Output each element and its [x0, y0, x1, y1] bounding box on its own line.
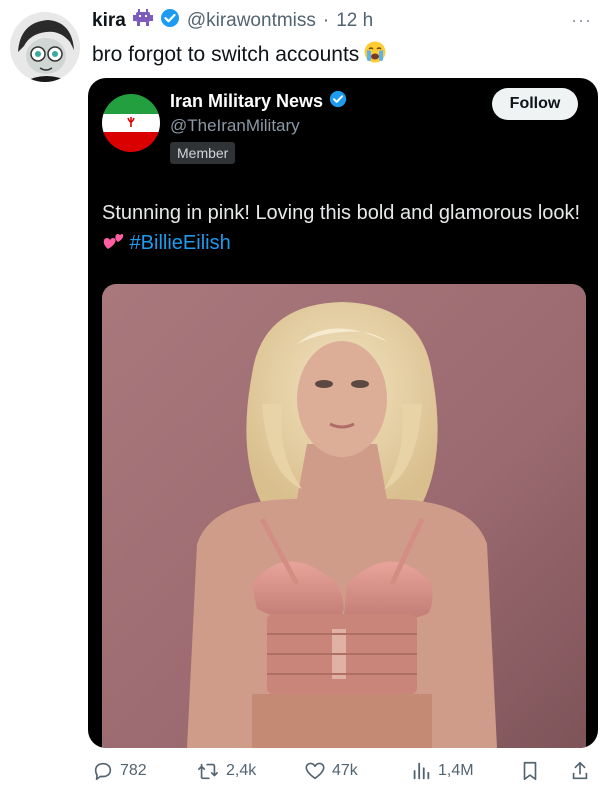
- quoted-post-photo[interactable]: [102, 284, 586, 748]
- reply-icon: [94, 762, 112, 781]
- heart-icon: [305, 762, 325, 780]
- reply-button[interactable]: 782: [92, 760, 147, 782]
- repost-icon: [198, 763, 218, 780]
- verified-badge-icon: [329, 90, 347, 113]
- iran-flag-avatar[interactable]: [102, 94, 160, 152]
- follow-button[interactable]: Follow: [492, 88, 578, 120]
- like-count: 47k: [332, 762, 358, 779]
- author-name[interactable]: kira: [92, 10, 126, 32]
- author-avatar[interactable]: [10, 12, 80, 82]
- quoted-author-row: Iran Military News: [170, 90, 347, 113]
- quoted-text-body: Stunning in pink! Loving this bold and g…: [102, 202, 581, 224]
- more-options-icon[interactable]: ···: [571, 10, 592, 31]
- post-actions-bar: 782 2,4k 47k 1,4M: [0, 752, 608, 792]
- share-icon: [572, 761, 588, 780]
- quoted-post-card[interactable]: Iran Military News @TheIranMilitary Memb…: [88, 78, 598, 748]
- member-badge: Member: [170, 142, 236, 164]
- hashtag-link[interactable]: #BillieEilish: [130, 232, 231, 254]
- alien-monster-icon: [132, 9, 153, 33]
- quoted-author-name[interactable]: Iran Military News: [170, 91, 323, 112]
- author-handle[interactable]: @kirawontmiss: [187, 10, 316, 32]
- share-button[interactable]: [570, 760, 590, 782]
- like-button[interactable]: 47k: [304, 760, 358, 782]
- verified-badge-icon: [160, 8, 180, 34]
- crying-face-emoji-icon: [363, 40, 387, 70]
- reply-count: 782: [120, 762, 147, 779]
- bookmark-icon: [523, 761, 537, 781]
- views-button[interactable]: 1,4M: [410, 760, 474, 782]
- separator-dot: ·: [322, 10, 330, 31]
- views-chart-icon: [413, 762, 430, 780]
- bookmark-button[interactable]: [520, 760, 540, 782]
- post-text: bro forgot to switch accounts: [92, 43, 360, 66]
- repost-count: 2,4k: [226, 762, 257, 779]
- post-time[interactable]: 12 h: [336, 10, 373, 32]
- post-text-row: bro forgot to switch accounts: [92, 40, 387, 70]
- repost-button[interactable]: 2,4k: [196, 760, 256, 782]
- views-count: 1,4M: [438, 762, 474, 779]
- quoted-post-text: Stunning in pink! Loving this bold and g…: [102, 198, 592, 258]
- quoted-author-handle[interactable]: @TheIranMilitary: [170, 116, 300, 136]
- two-hearts-emoji-icon: [102, 232, 130, 254]
- post-header: kira @kirawontmiss · 12 h: [92, 8, 373, 34]
